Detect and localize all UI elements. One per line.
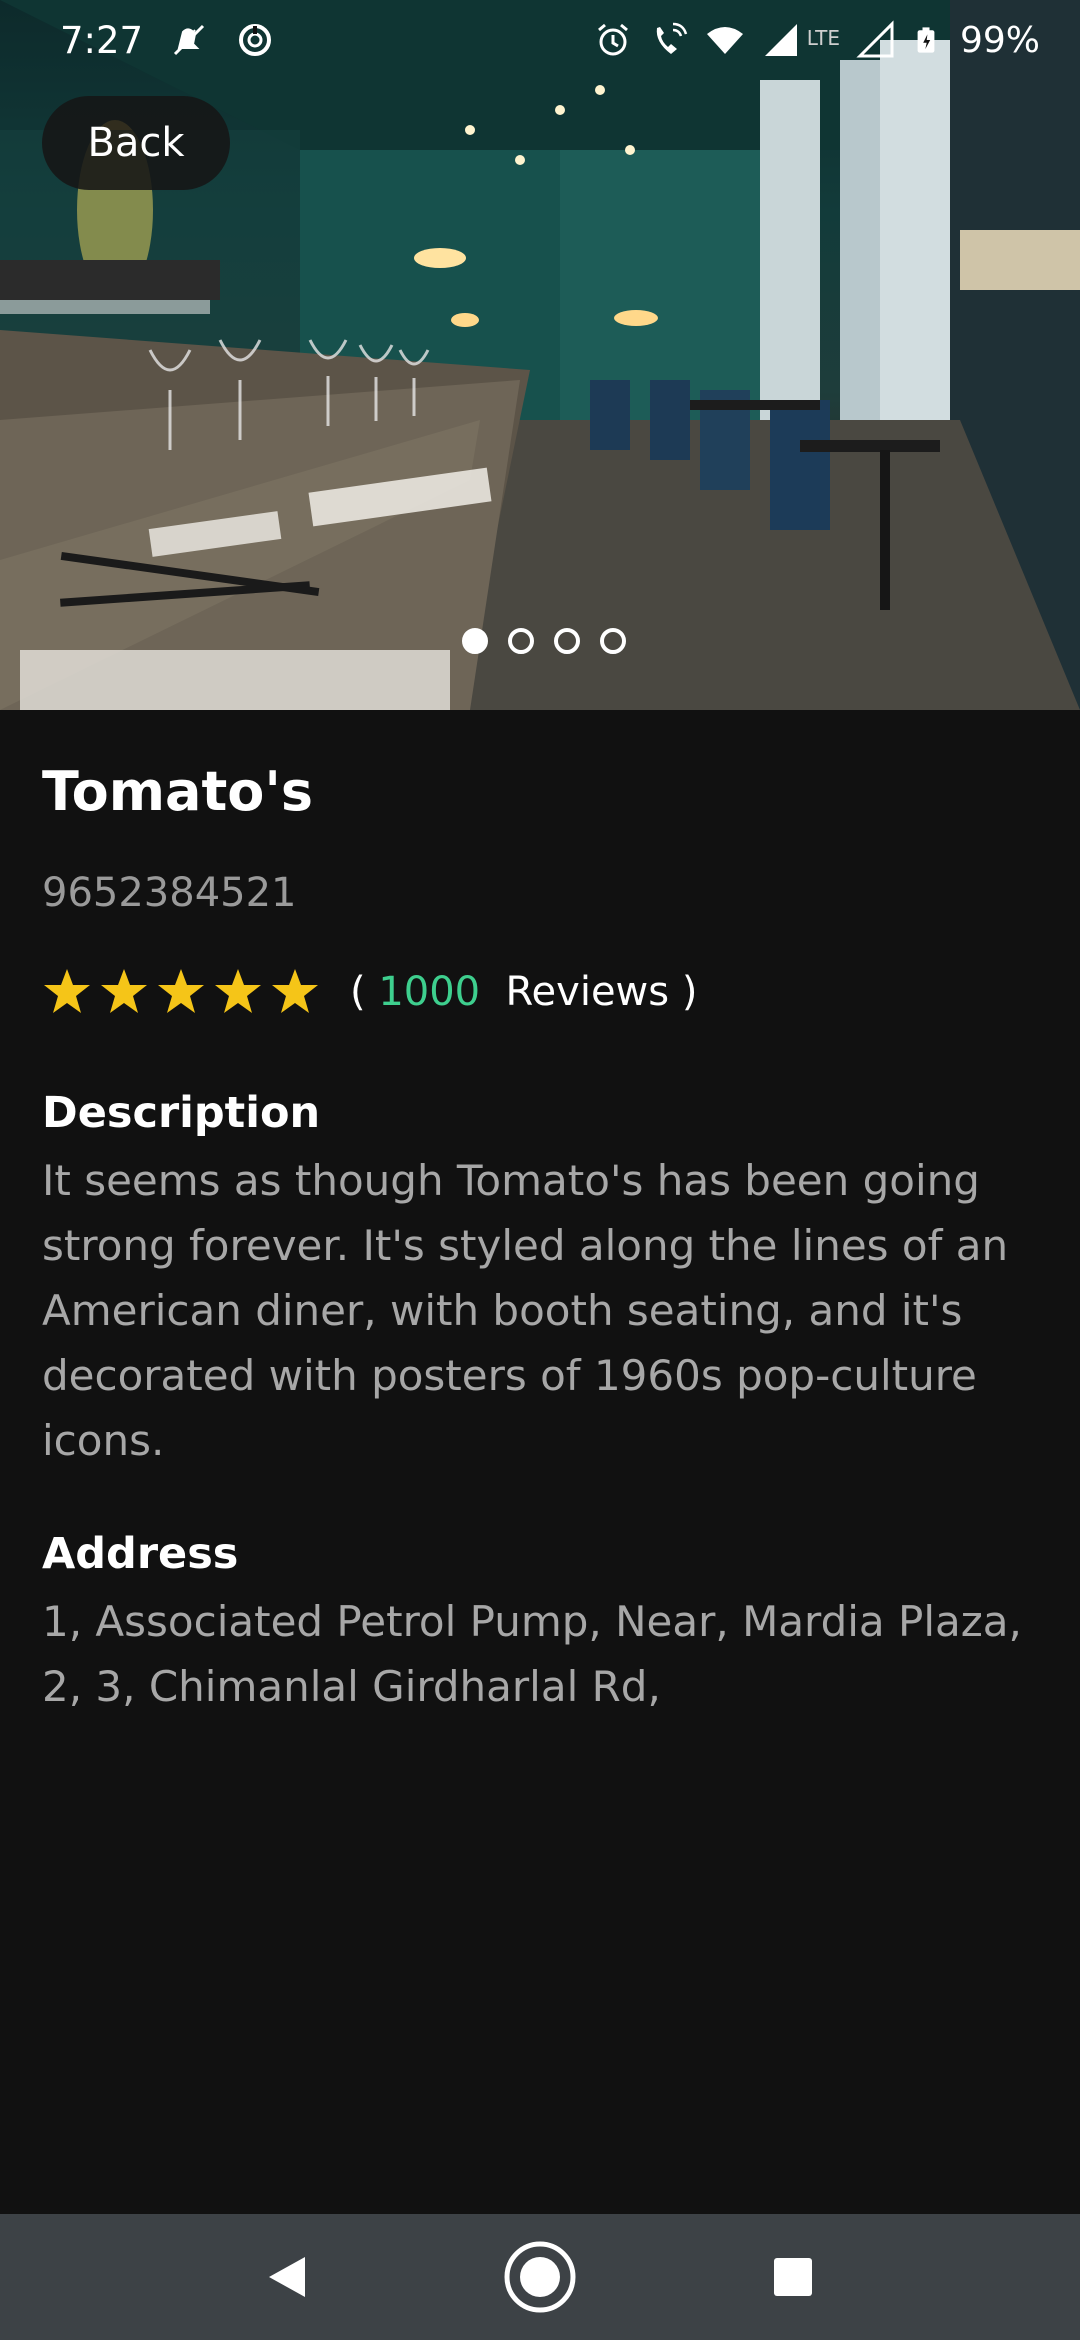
wifi-icon	[706, 27, 743, 54]
battery-percent: 99%	[959, 19, 1040, 61]
star-icon	[101, 969, 147, 1013]
restaurant-phone[interactable]: 9652384521	[42, 870, 1042, 916]
address-heading: Address	[42, 1529, 239, 1579]
description-text: It seems as though Tomato's has been goi…	[42, 1156, 1009, 1465]
review-count: 1000	[378, 969, 481, 1015]
signal-icon-2	[856, 20, 894, 58]
star-icon	[44, 969, 90, 1013]
carousel-dot-3[interactable]	[554, 628, 580, 654]
review-suffix: Reviews )	[480, 969, 698, 1015]
home-icon	[504, 2241, 576, 2313]
network-type: LTE	[806, 25, 840, 50]
data-saver-icon	[239, 24, 272, 56]
rating-row: ( 1000 Reviews )	[42, 960, 1042, 1024]
nav-recents-button[interactable]	[753, 2237, 833, 2317]
restaurant-details: Tomato's 9652384521 ( 1000 Reviews ) Des…	[42, 760, 1042, 1719]
star-icon	[272, 969, 318, 1013]
review-prefix: (	[350, 969, 379, 1015]
battery-icon	[917, 27, 935, 53]
nav-back-button[interactable]	[247, 2237, 327, 2317]
carousel-dot-1[interactable]	[462, 628, 488, 654]
star-icon	[215, 969, 261, 1013]
restaurant-image-carousel[interactable]: 7:27 LTE 99% Back	[0, 0, 1080, 710]
star-rating	[42, 967, 320, 1017]
back-icon	[268, 2257, 305, 2297]
alarm-icon	[597, 23, 628, 56]
system-nav-bar	[0, 2214, 1080, 2340]
carousel-indicator	[0, 628, 1080, 654]
carousel-dot-2[interactable]	[508, 628, 534, 654]
status-time: 7:27	[60, 18, 144, 62]
recents-icon	[774, 2258, 813, 2296]
status-bar: 7:27 LTE 99%	[0, 0, 1080, 80]
back-button[interactable]: Back	[42, 96, 230, 190]
star-icon	[158, 969, 204, 1013]
description-heading: Description	[42, 1088, 321, 1138]
review-summary[interactable]: ( 1000 Reviews )	[350, 969, 697, 1015]
mute-icon	[174, 24, 205, 56]
nav-home-button[interactable]	[500, 2237, 580, 2317]
address-text: 1, Associated Petrol Pump, Near, Mardia …	[42, 1597, 1022, 1711]
restaurant-name: Tomato's	[42, 760, 314, 823]
signal-icon	[764, 24, 797, 56]
wifi-call-icon	[656, 22, 687, 54]
carousel-dot-4[interactable]	[600, 628, 626, 654]
